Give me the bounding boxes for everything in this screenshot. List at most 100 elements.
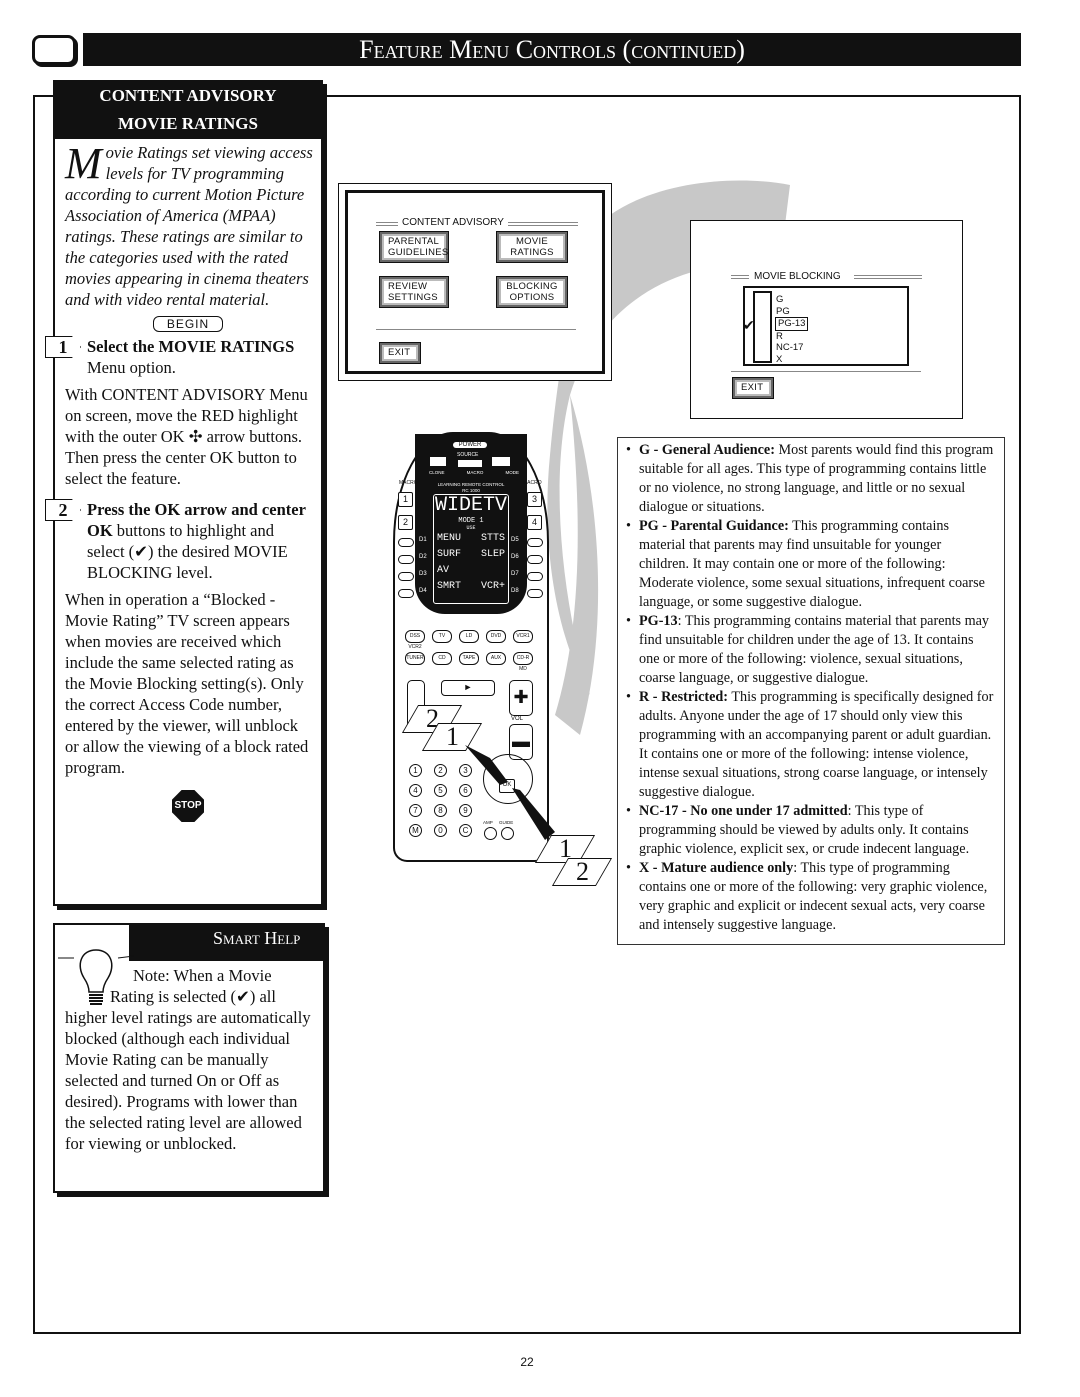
power-label: POWER	[453, 442, 487, 448]
step-1: 1 Select the MOVIE RATINGS Menu option.	[45, 336, 321, 378]
macro-label-left: MACRO	[399, 480, 418, 486]
macro-key-3[interactable]: 3	[527, 492, 542, 507]
rating-title: NC-17 - No one under 17 admitted	[639, 803, 848, 819]
page-number: 22	[520, 1355, 534, 1369]
rating-title: R - Restricted:	[639, 689, 729, 705]
source-key[interactable]: TUNER	[405, 652, 425, 665]
lcd-label: MENU	[437, 533, 462, 544]
number-key[interactable]: 0	[434, 824, 447, 837]
power-off-button[interactable]: OFF	[491, 456, 511, 467]
review-settings-button[interactable]: REVIEW SETTINGS	[379, 276, 449, 308]
volume-up-button[interactable]: ✚	[509, 680, 533, 716]
heading-line-2: MOVIE RATINGS	[118, 114, 258, 133]
smart-help-title: Smart Help	[129, 923, 325, 961]
source-key[interactable]: AUX	[486, 652, 506, 665]
clone-indicator: CLONE	[429, 470, 445, 475]
soft-key[interactable]	[398, 538, 414, 547]
soft-key[interactable]	[398, 572, 414, 581]
source-onoff-button[interactable]: ON/OFF	[457, 459, 483, 468]
source-key[interactable]: LD	[459, 630, 479, 643]
rating-description: • PG-13: This programming contains materi…	[626, 612, 994, 688]
step-1-detail: With CONTENT ADVISORY Menu on screen, mo…	[65, 385, 308, 488]
rating-option[interactable]: PG	[776, 306, 808, 318]
lcd-row: AV	[437, 563, 505, 579]
rating-option[interactable]: NC-17	[776, 342, 808, 354]
lcd-row: MENU STTS	[437, 531, 505, 547]
intro-paragraph: Movie Ratings set viewing access levels …	[55, 142, 321, 310]
source-key[interactable]: DVD	[486, 630, 506, 643]
exit-button[interactable]: EXIT	[379, 342, 421, 364]
begin-badge: BEGIN	[153, 316, 223, 332]
lcd-label: SURF	[437, 549, 462, 560]
macro-key-1[interactable]: 1	[398, 492, 413, 507]
selection-column: ✔	[743, 291, 772, 363]
source-key[interactable]: CD	[432, 652, 452, 665]
soft-key[interactable]	[398, 555, 414, 564]
number-key[interactable]: 8	[434, 804, 447, 817]
lcd-label: AV	[437, 565, 450, 576]
number-key[interactable]: 1	[409, 764, 422, 777]
lcd-display: WIDETV MODE 1 USE MENU STTS SURF SLEP AV SMRT…	[433, 494, 509, 604]
rating-text: : This programming contains material tha…	[639, 613, 990, 686]
group-label: MOVIE BLOCKING	[754, 271, 841, 282]
rating-text: This programming is specifically designe…	[639, 689, 994, 800]
soft-key[interactable]	[527, 572, 543, 581]
movie-ratings-button[interactable]: MOVIE RATINGS	[496, 231, 568, 263]
soft-key[interactable]	[398, 589, 414, 598]
macro-key-2[interactable]: 2	[398, 515, 413, 530]
bullet: •	[626, 860, 631, 876]
rating-description: • G - General Audience: Most parents woul…	[626, 441, 994, 517]
rating-description: • PG - Parental Guidance: This programmin…	[626, 517, 994, 612]
lcd-label: SMRT	[437, 581, 462, 592]
rating-option[interactable]: X	[776, 354, 808, 366]
step-number: 2	[45, 499, 81, 521]
soft-key[interactable]	[527, 538, 543, 547]
vol-label: VOL	[511, 716, 524, 722]
step-1-text: Menu option.	[87, 358, 176, 377]
macro-key-4[interactable]: 4	[527, 515, 542, 530]
source-key[interactable]: VCR1	[513, 630, 533, 643]
power-on-button[interactable]: ON	[429, 456, 447, 467]
exit-button[interactable]: EXIT	[732, 377, 774, 399]
content-advisory-panel: CONTENT ADVISORY MOVIE RATINGS Movie Rat…	[45, 80, 323, 906]
step-2-text: buttons to highlight and select (✔) the …	[87, 521, 288, 582]
rating-title: PG-13	[639, 613, 678, 629]
tv-screen-content-advisory: CONTENT ADVISORY PARENTAL GUIDELINES MOV…	[338, 183, 612, 381]
step-number: 1	[45, 336, 81, 358]
mode-indicator: MODE	[505, 470, 519, 475]
soft-key[interactable]	[527, 555, 543, 564]
number-key[interactable]: 7	[409, 804, 422, 817]
rating-option[interactable]: PG-13	[775, 317, 809, 331]
rating-description: • R - Restricted: This programming is spe…	[626, 688, 994, 802]
operation-note: When in operation a “Blocked - Movie Rat…	[65, 590, 309, 777]
lcd-label: STTS	[480, 533, 505, 544]
tv-icon	[32, 35, 76, 65]
soft-key-label: D7	[511, 571, 519, 577]
drop-cap: M	[65, 139, 102, 188]
source-key[interactable]: DSS VCR2	[405, 630, 425, 650]
parental-guidelines-button[interactable]: PARENTAL GUIDELINES	[379, 231, 449, 263]
blocking-options-button[interactable]: BLOCKING OPTIONS	[496, 276, 568, 308]
source-key[interactable]: TV	[432, 630, 452, 643]
bullet: •	[626, 442, 631, 458]
rating-title: PG - Parental Guidance:	[639, 518, 789, 534]
rating-description: • X - Mature audience only: This type of …	[626, 859, 994, 935]
source-key[interactable]: TAPE	[459, 652, 479, 665]
lcd-label: SLEP	[480, 549, 505, 560]
rating-option[interactable]: R	[776, 331, 808, 343]
soft-key[interactable]	[527, 589, 543, 598]
soft-key-label: D3	[419, 571, 427, 577]
bullet: •	[626, 613, 631, 629]
number-key[interactable]: 5	[434, 784, 447, 797]
play-button[interactable]: ►	[441, 680, 495, 696]
rating-option[interactable]: G	[776, 294, 808, 306]
lcd-row: SURF SLEP	[437, 547, 505, 563]
number-key[interactable]: M	[409, 824, 422, 837]
step-2: 2 Press the OK arrow and center OK butto…	[45, 499, 321, 583]
source-key[interactable]: CD-R MD	[513, 652, 533, 672]
number-key[interactable]: 2	[434, 764, 447, 777]
rating-title: G - General Audience:	[639, 442, 775, 458]
number-key[interactable]: 4	[409, 784, 422, 797]
lcd-title: WIDETV	[434, 494, 507, 517]
bullet: •	[626, 518, 631, 534]
